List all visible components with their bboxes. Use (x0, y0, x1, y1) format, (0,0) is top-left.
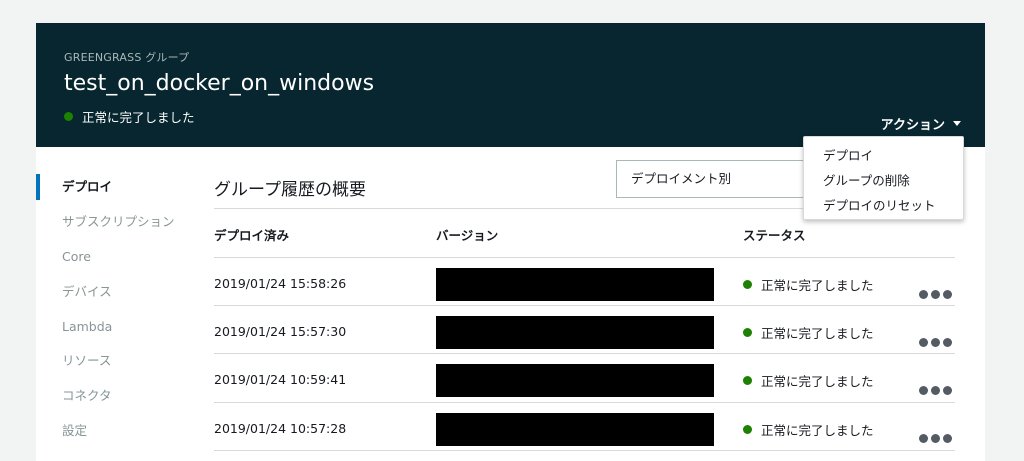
redacted-version (436, 413, 714, 446)
row-status-text: 正常に完了しました (761, 278, 874, 293)
actions-button[interactable]: アクション (881, 114, 961, 133)
group-header: GREENGRASS グループ test_on_docker_on_window… (36, 23, 985, 147)
sidebar-item-core[interactable]: Core (62, 244, 91, 270)
header-divider (214, 257, 955, 258)
row-status: 正常に完了しました (743, 420, 874, 439)
menu-item-delete-group[interactable]: グループの削除 (823, 170, 910, 189)
sidebar-item-devices[interactable]: デバイス (62, 279, 112, 305)
menu-item-deploy[interactable]: デプロイ (823, 145, 873, 164)
sidebar-item-connectors[interactable]: コネクタ (62, 383, 112, 409)
row-divider (214, 402, 955, 403)
row-divider (214, 450, 955, 451)
column-header-deployed: デプロイ済み (214, 228, 290, 243)
menu-item-reset-deployments[interactable]: デプロイのリセット (823, 195, 936, 214)
active-nav-indicator (36, 174, 40, 200)
sidebar-item-lambda[interactable]: Lambda (62, 314, 112, 340)
sidebar-item-subscriptions[interactable]: サブスクリプション (62, 209, 175, 235)
sidebar-item-settings[interactable]: 設定 (62, 418, 87, 444)
success-status-icon (743, 425, 752, 434)
column-header-status: ステータス (743, 228, 806, 243)
row-status: 正常に完了しました (743, 371, 874, 390)
row-status-text: 正常に完了しました (761, 326, 874, 341)
redacted-version (436, 316, 714, 349)
row-more-options-button[interactable] (919, 386, 952, 395)
deployment-filter-select[interactable]: デプロイメント別 (616, 160, 816, 198)
row-more-options-button[interactable] (919, 338, 952, 347)
page-title: test_on_docker_on_windows (64, 71, 375, 96)
row-deployed-time: 2019/01/24 15:58:26 (214, 276, 347, 291)
group-status-text: 正常に完了しました (82, 110, 195, 125)
actions-label: アクション (880, 118, 945, 133)
section-title: グループ履歴の概要 (214, 180, 366, 200)
sidebar-item-resources[interactable]: リソース (62, 348, 111, 374)
success-status-icon (743, 280, 752, 289)
row-deployed-time: 2019/01/24 10:57:28 (214, 421, 347, 436)
row-status-text: 正常に完了しました (761, 374, 874, 389)
row-status-text: 正常に完了しました (761, 423, 874, 438)
row-divider (214, 353, 955, 354)
success-status-icon (64, 112, 73, 121)
success-status-icon (743, 328, 752, 337)
row-deployed-time: 2019/01/24 10:59:41 (214, 372, 347, 387)
row-more-options-button[interactable] (919, 290, 952, 299)
redacted-version (436, 364, 714, 397)
caret-down-icon (953, 121, 961, 126)
success-status-icon (743, 376, 752, 385)
row-status: 正常に完了しました (743, 323, 874, 342)
row-more-options-button[interactable] (919, 434, 952, 443)
column-header-version: バージョン (436, 228, 499, 243)
redacted-version (436, 268, 714, 301)
row-divider (214, 305, 955, 306)
group-status: 正常に完了しました (64, 107, 195, 126)
row-deployed-time: 2019/01/24 15:57:30 (214, 324, 347, 339)
header-eyebrow: GREENGRASS グループ (64, 51, 190, 64)
sidebar-nav: デプロイ サブスクリプション Core デバイス Lambda リソース コネク… (36, 147, 206, 461)
row-status: 正常に完了しました (743, 275, 874, 294)
actions-dropdown-menu: デプロイ グループの削除 デプロイのリセット (803, 136, 964, 220)
sidebar-item-deploy[interactable]: デプロイ (62, 174, 112, 200)
